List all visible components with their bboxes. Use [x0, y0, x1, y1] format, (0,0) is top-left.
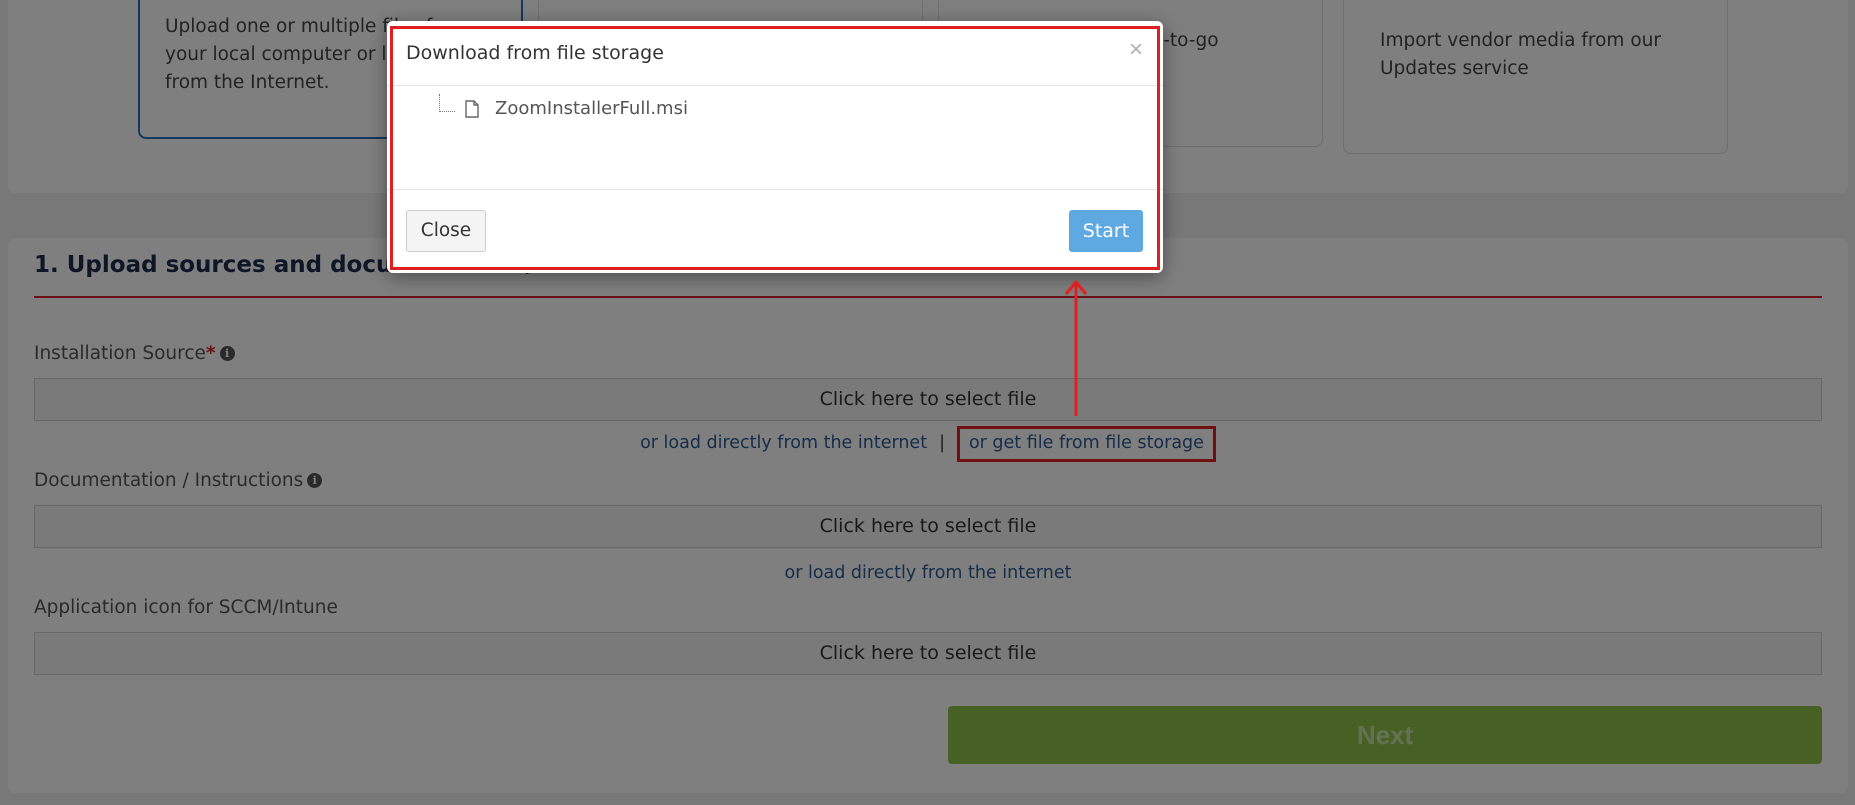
start-button[interactable]: Start	[1069, 210, 1143, 252]
file-name[interactable]: ZoomInstallerFull.msi	[495, 98, 688, 119]
close-icon[interactable]: ×	[1129, 36, 1143, 64]
file-icon	[465, 100, 479, 118]
download-from-storage-dialog: Download from file storage × ZoomInstall…	[387, 21, 1163, 273]
file-tree: ZoomInstallerFull.msi	[387, 86, 1163, 190]
dialog-title: Download from file storage	[406, 42, 664, 64]
dialog-header: Download from file storage ×	[387, 21, 1163, 86]
tree-connector	[439, 94, 455, 112]
close-button[interactable]: Close	[406, 210, 486, 252]
